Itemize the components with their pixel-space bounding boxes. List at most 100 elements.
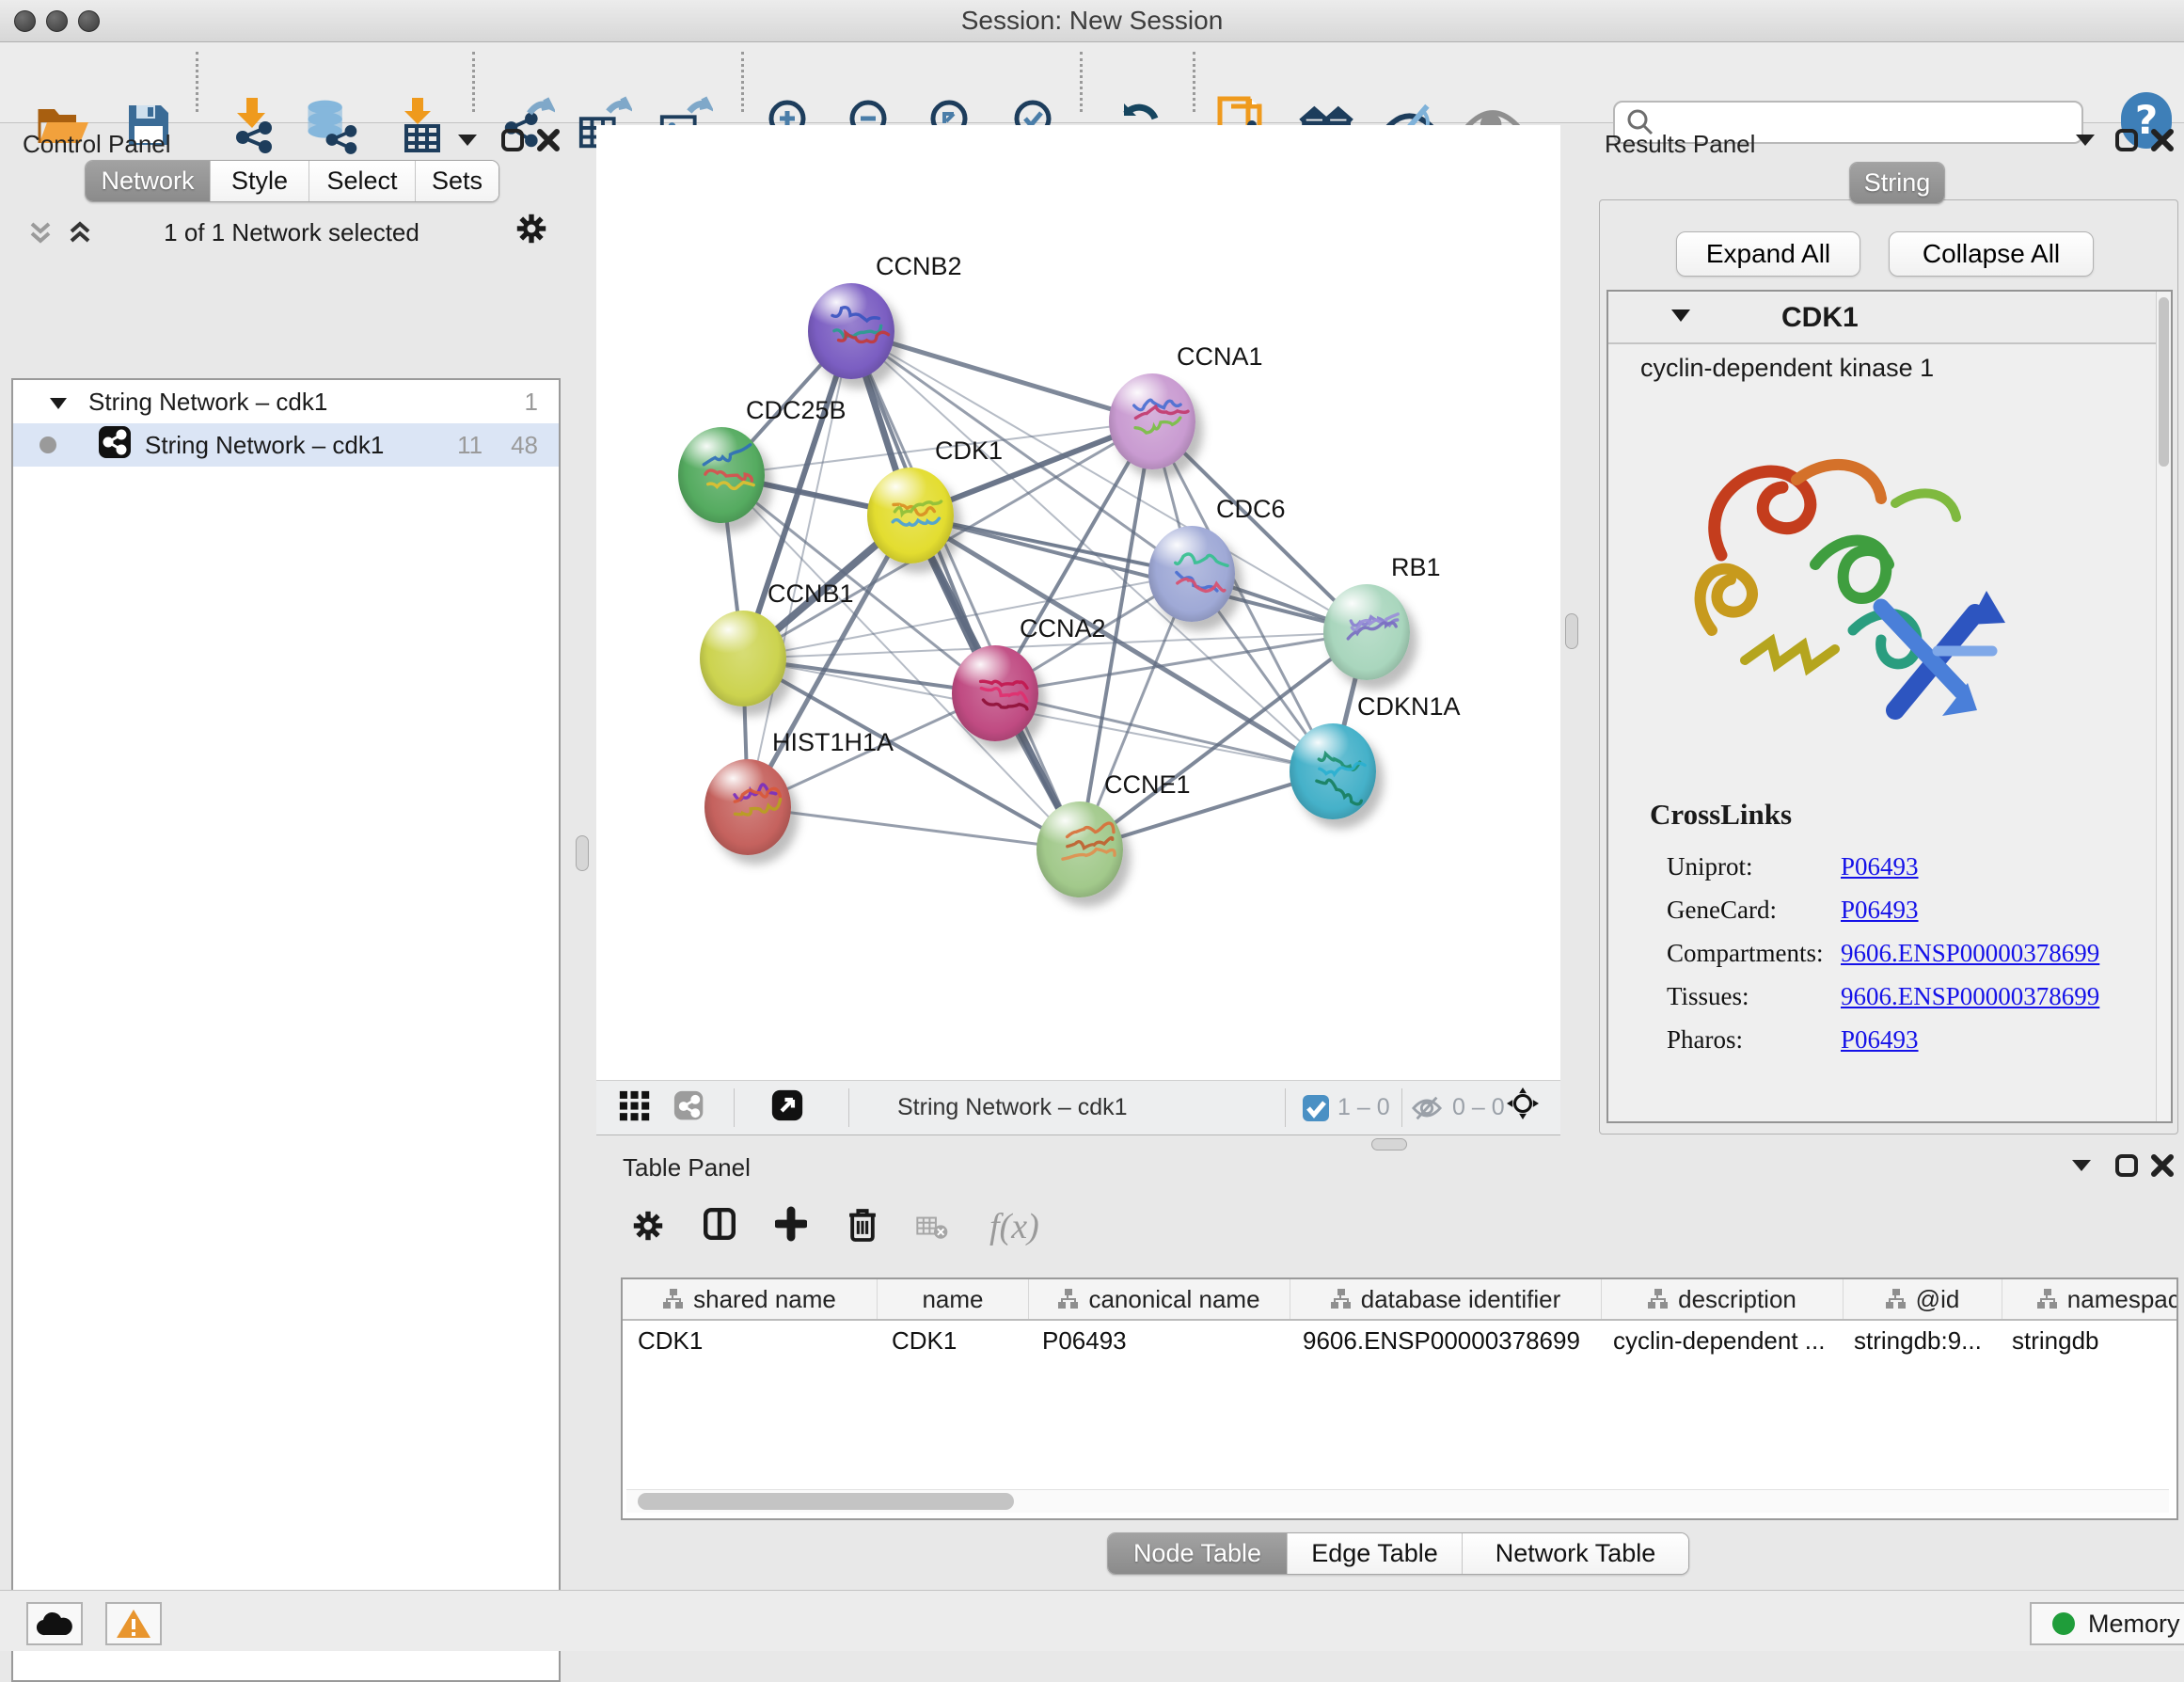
tab-network[interactable]: Network [86, 161, 210, 201]
panel-float-icon[interactable] [497, 124, 529, 156]
column-header-name[interactable]: name [878, 1279, 1029, 1319]
column-header-database-identifier[interactable]: database identifier [1290, 1279, 1602, 1319]
node-CDKN1A[interactable] [1290, 723, 1376, 819]
network-overview-icon[interactable] [673, 1090, 705, 1122]
table-tab-network-table[interactable]: Network Table [1462, 1533, 1688, 1574]
tab-select[interactable]: Select [309, 161, 415, 201]
crosslink-value-link[interactable]: 9606.ENSP00000378699 [1841, 939, 2099, 968]
edge-CCNA2-CDKN1A[interactable] [995, 693, 1333, 771]
traffic-light-minimize[interactable] [46, 10, 68, 32]
crosslink-value-link[interactable]: P06493 [1841, 896, 1919, 925]
table-cell[interactable]: cyclin-dependent ... [1598, 1321, 1839, 1360]
edge-RB1-CCNA2[interactable] [995, 632, 1367, 693]
network-row[interactable]: String Network – cdk1 11 48 [13, 423, 559, 467]
node-CCNA2[interactable] [952, 645, 1038, 741]
collapse-all-button[interactable]: Collapse All [1889, 231, 2094, 277]
table-header-row: shared namenamecanonical namedatabase id… [623, 1279, 2176, 1321]
gene-collapse-icon[interactable] [1670, 309, 1691, 327]
tab-style[interactable]: Style [210, 161, 309, 201]
node-protein-art [1037, 801, 1123, 897]
edge-CCNB2-CCNE1[interactable] [851, 331, 1080, 849]
gene-section-header[interactable]: CDK1 [1608, 294, 2167, 344]
column-tree-icon [2037, 1289, 2058, 1309]
panel-float-icon[interactable] [2111, 124, 2143, 156]
network-options-gear-icon[interactable] [515, 213, 547, 245]
table-cell[interactable]: P06493 [1027, 1321, 1288, 1360]
crosslink-value-link[interactable]: P06493 [1841, 852, 1919, 881]
table-horizontal-scrollbar[interactable] [626, 1489, 2169, 1513]
warning-status-button[interactable] [105, 1602, 162, 1645]
panel-close-icon[interactable] [2146, 124, 2178, 156]
network-collection-row[interactable]: String Network – cdk1 1 [13, 380, 559, 423]
show-columns-icon[interactable] [704, 1208, 736, 1240]
column-header-namespace[interactable]: namespace [2002, 1279, 2178, 1319]
toolbar-separator [472, 52, 475, 112]
column-header-canonical-name[interactable]: canonical name [1029, 1279, 1290, 1319]
table-panel-title: Table Panel [623, 1153, 751, 1182]
results-tab-string[interactable]: String [1849, 162, 1945, 204]
table-cell[interactable]: stringdb:9... [1839, 1321, 1997, 1360]
string-results-scroll-panel[interactable]: CDK1 cyclin-dependent kinase 1 CrossLink… [1606, 290, 2173, 1123]
hidden-node-edge-counts: 0 – 0 [1452, 1094, 1505, 1121]
crosslink-row: Pharos:P06493 [1667, 1025, 1919, 1055]
node-table[interactable]: shared namenamecanonical namedatabase id… [621, 1277, 2178, 1520]
create-column-icon[interactable] [775, 1208, 807, 1240]
column-header-shared-name[interactable]: shared name [623, 1279, 878, 1319]
node-HIST1H1A[interactable] [704, 759, 791, 855]
results-vertical-scrollbar[interactable] [2156, 292, 2171, 1121]
cloud-status-button[interactable] [26, 1602, 83, 1645]
memory-button[interactable]: Memory [2030, 1602, 2184, 1645]
crosslink-label: Compartments: [1667, 939, 1841, 968]
table-gear-icon[interactable] [632, 1210, 664, 1242]
panel-close-icon[interactable] [532, 124, 564, 156]
edge-CCNB2-CCNA1[interactable] [851, 331, 1152, 421]
table-row[interactable]: CDK1CDK1P064939606.ENSP00000378699cyclin… [623, 1321, 2176, 1360]
node-CDC25B[interactable] [678, 427, 765, 523]
results-scrollbar-thumb[interactable] [2159, 297, 2169, 467]
delete-column-trash-icon[interactable] [847, 1208, 878, 1240]
grid-view-icon[interactable] [619, 1090, 651, 1122]
crosslink-value-link[interactable]: 9606.ENSP00000378699 [1841, 982, 2099, 1011]
crosslink-row: Compartments:9606.ENSP00000378699 [1667, 939, 2099, 968]
panel-menu-icon[interactable] [451, 124, 483, 156]
edge-CCNB2-HIST1H1A[interactable] [748, 331, 851, 807]
table-cell[interactable]: CDK1 [623, 1321, 877, 1360]
edge-HIST1H1A-CCNE1[interactable] [748, 807, 1080, 849]
fit-selected-crosshair-icon[interactable] [1507, 1087, 1539, 1119]
panel-menu-icon[interactable] [2069, 124, 2101, 156]
node-CCNA1[interactable] [1109, 373, 1195, 469]
control-panel-tabs: NetworkStyleSelectSets [85, 160, 499, 202]
panel-close-icon[interactable] [2146, 1150, 2178, 1182]
node-CDK1[interactable] [867, 468, 954, 563]
node-CCNE1[interactable] [1037, 801, 1123, 897]
crosslink-value-link[interactable]: P06493 [1841, 1025, 1919, 1055]
tab-sets[interactable]: Sets [415, 161, 499, 201]
memory-label: Memory [2088, 1610, 2180, 1639]
node-CCNB2[interactable] [808, 283, 894, 379]
traffic-light-maximize[interactable] [78, 10, 100, 32]
table-tab-edge-table[interactable]: Edge Table [1287, 1533, 1462, 1574]
node-CDC6[interactable] [1148, 526, 1235, 622]
selected-checkbox-icon[interactable] [1300, 1092, 1332, 1124]
expand-all-button[interactable]: Expand All [1676, 231, 1860, 277]
node-RB1[interactable] [1323, 584, 1410, 680]
network-canvas[interactable]: CCNB2CCNA1CDC25BCDK1CDC6RB1CCNB1CCNA2CDK… [596, 125, 1560, 1080]
traffic-light-close[interactable] [14, 10, 36, 32]
crosslink-row: GeneCard:P06493 [1667, 896, 1919, 925]
node-CCNB1[interactable] [700, 611, 786, 706]
panel-menu-icon[interactable] [2065, 1150, 2097, 1182]
node-protein-art [952, 645, 1038, 741]
collection-expand-icon[interactable] [49, 388, 68, 417]
table-cell[interactable]: 9606.ENSP00000378699 [1288, 1321, 1598, 1360]
column-header-description[interactable]: description [1602, 1279, 1844, 1319]
panel-float-icon[interactable] [2111, 1150, 2143, 1182]
results-splitter-handle[interactable] [1565, 613, 1578, 649]
control-panel-splitter-handle[interactable] [576, 835, 589, 871]
table-tab-node-table[interactable]: Node Table [1108, 1533, 1287, 1574]
column-tree-icon [663, 1289, 684, 1309]
open-in-new-window-icon[interactable] [771, 1089, 803, 1121]
table-cell[interactable]: CDK1 [877, 1321, 1027, 1360]
table-cell[interactable]: stringdb [1997, 1321, 2178, 1360]
table-scrollbar-thumb[interactable] [638, 1493, 1014, 1510]
column-header-@id[interactable]: @id [1844, 1279, 2002, 1319]
